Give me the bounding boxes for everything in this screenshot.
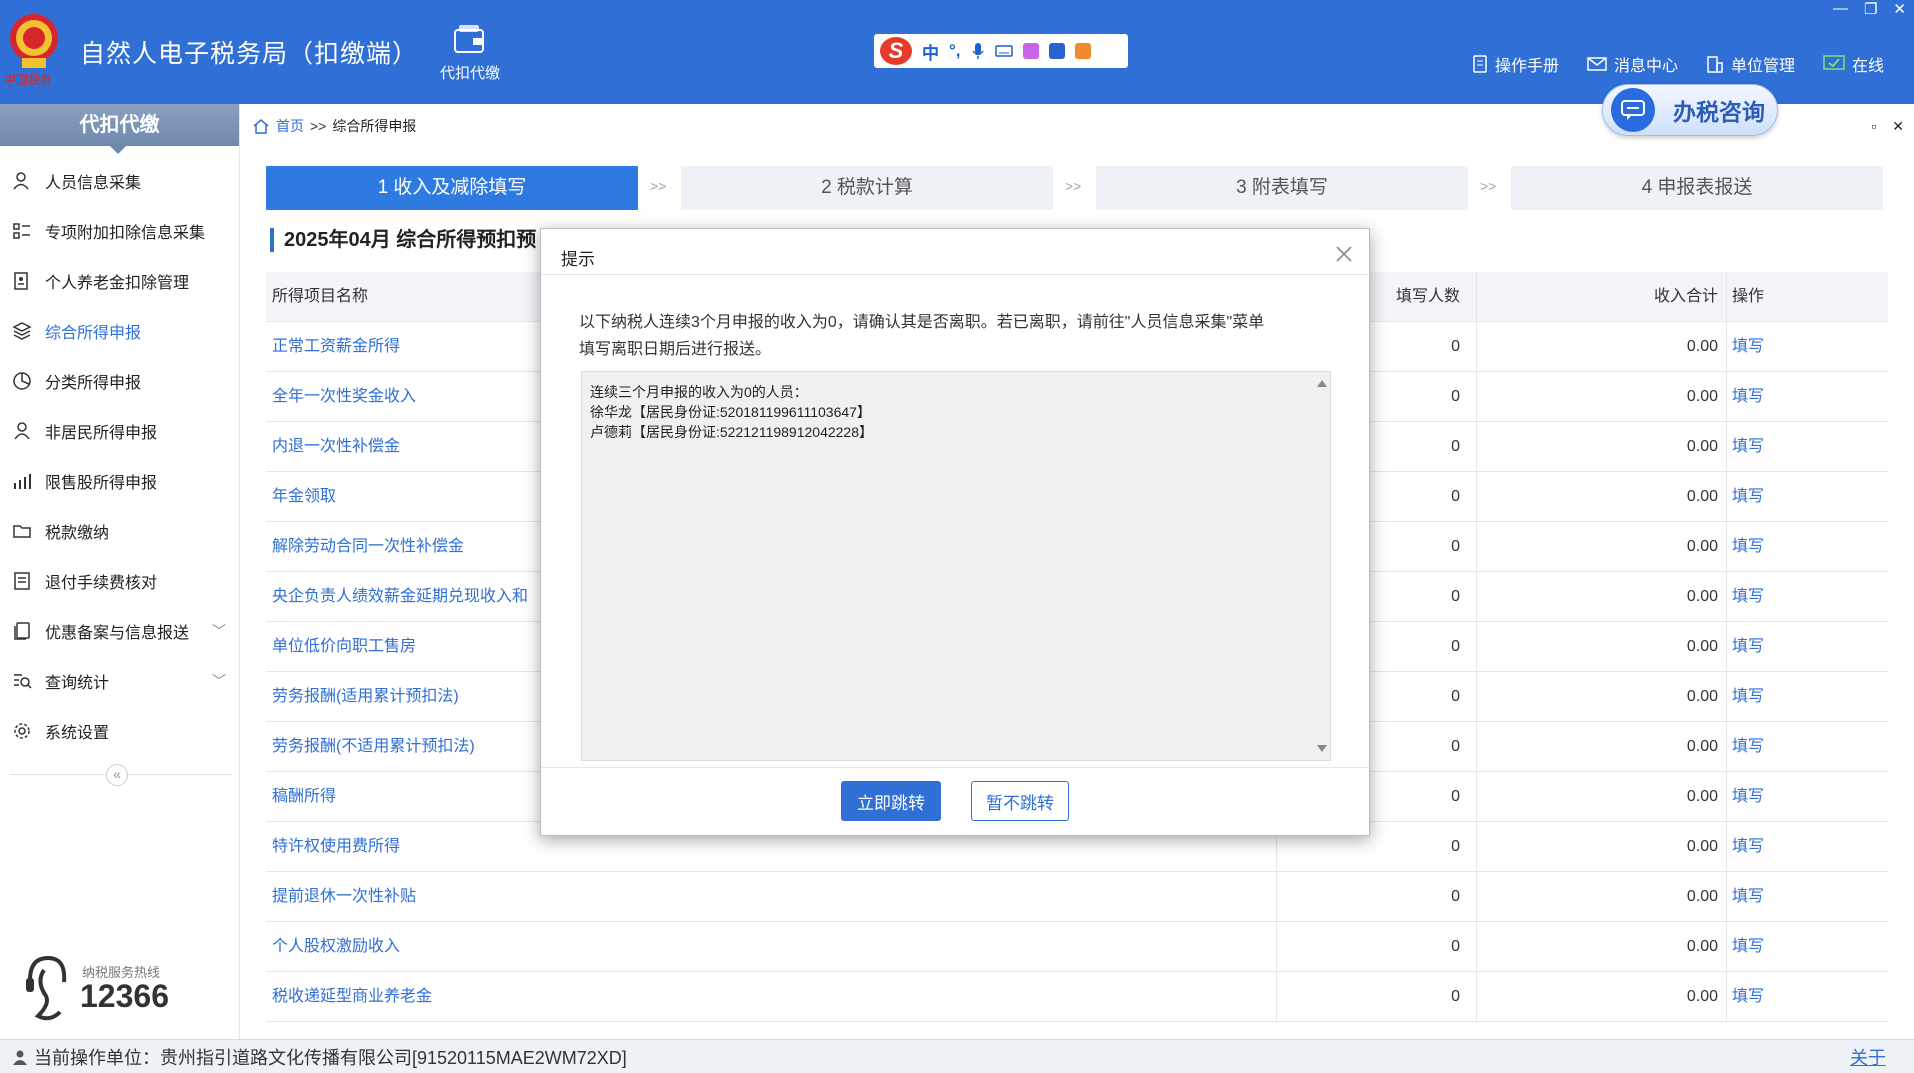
scroll-down-icon[interactable]: [1317, 745, 1327, 752]
dialog-message-line: 以下纳税人连续3个月申报的收入为0，请确认其是否离职。若已离职，请前往"人员信息…: [579, 314, 1265, 331]
dialog-message-line: 填写离职日期后进行报送。: [579, 341, 772, 358]
prompt-dialog: 提示 以下纳税人连续3个月申报的收入为0，请确认其是否离职。若已离职，请前往"人…: [540, 228, 1370, 836]
zero-income-person-list[interactable]: 连续三个月申报的收入为0的人员： 徐华龙【居民身份证:5201811996111…: [581, 371, 1331, 761]
person-entry: 卢德莉【居民身份证:522121198912042228】: [590, 424, 874, 440]
person-entry: 徐华龙【居民身份证:520181199611103647】: [590, 404, 871, 420]
list-scrollbar[interactable]: [1314, 372, 1330, 760]
skip-jump-button[interactable]: 暂不跳转: [971, 781, 1069, 821]
close-icon[interactable]: [1333, 243, 1355, 265]
dialog-title: 提示: [541, 229, 1369, 275]
dialog-message: 以下纳税人连续3个月申报的收入为0，请确认其是否离职。若已离职，请前往"人员信息…: [579, 309, 1339, 363]
person-list-text: 连续三个月申报的收入为0的人员： 徐华龙【居民身份证:5201811996111…: [590, 382, 873, 442]
jump-now-button[interactable]: 立即跳转: [841, 781, 941, 821]
dialog-footer-divider: [541, 767, 1369, 768]
scroll-up-icon[interactable]: [1317, 380, 1327, 387]
person-list-heading: 连续三个月申报的收入为0的人员：: [590, 384, 808, 400]
